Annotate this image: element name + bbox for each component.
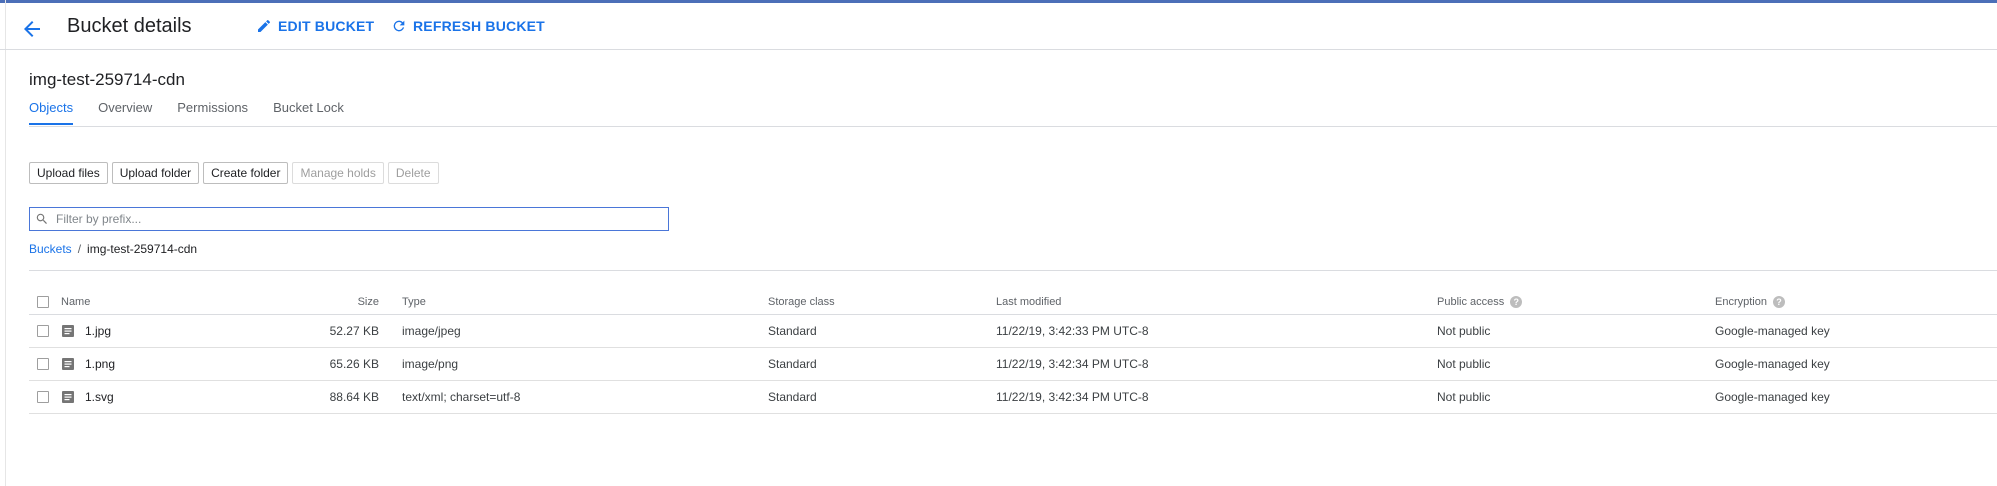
public-access-cell: Not public	[1437, 390, 1491, 404]
table-header-row: Name Size Type Storage class Last modifi…	[29, 290, 1997, 315]
encryption-cell: Google-managed key	[1715, 390, 1830, 404]
column-header-public-access[interactable]: Public access ?	[1437, 290, 1523, 314]
size-cell: 88.64 KB	[329, 390, 379, 404]
name-cell: 1.jpg	[61, 315, 111, 347]
file-name-link[interactable]: 1.svg	[85, 390, 114, 404]
public-access-cell: Not public	[1437, 357, 1491, 371]
row-checkbox[interactable]	[37, 391, 49, 403]
last-modified-cell: 11/22/19, 3:42:34 PM UTC-8	[996, 357, 1149, 371]
select-all-checkbox[interactable]	[37, 296, 49, 308]
column-header-type[interactable]: Type	[402, 290, 426, 314]
help-icon[interactable]: ?	[1772, 296, 1785, 308]
page-header: Bucket details EDIT BUCKET REFRESH BUCKE…	[0, 3, 1997, 50]
column-header-encryption[interactable]: Encryption ?	[1715, 290, 1785, 314]
manage-holds-button[interactable]: Manage holds	[292, 162, 384, 184]
upload-files-button[interactable]: Upload files	[29, 162, 108, 184]
last-modified-cell: 11/22/19, 3:42:33 PM UTC-8	[996, 324, 1149, 338]
breadcrumb-divider	[29, 270, 1997, 271]
file-icon	[62, 325, 74, 337]
row-checkbox[interactable]	[37, 358, 49, 370]
refresh-bucket-label: REFRESH BUCKET	[413, 18, 545, 34]
public-access-label: Public access	[1437, 296, 1505, 308]
tabs-divider	[29, 126, 1997, 127]
column-header-storage-class[interactable]: Storage class	[768, 290, 835, 314]
tab-objects[interactable]: Objects	[29, 100, 74, 125]
help-icon[interactable]: ?	[1510, 296, 1523, 308]
search-icon	[36, 213, 47, 224]
tab-permissions[interactable]: Permissions	[177, 100, 248, 125]
breadcrumb-current: img-test-259714-cdn	[87, 242, 198, 256]
column-header-size[interactable]: Size	[229, 290, 379, 314]
upload-folder-button[interactable]: Upload folder	[111, 162, 200, 184]
tab-bar: Objects Overview Permissions Bucket Lock	[29, 100, 369, 125]
objects-table: Name Size Type Storage class Last modifi…	[29, 290, 1997, 414]
filter-input[interactable]	[54, 211, 658, 227]
public-access-cell: Not public	[1437, 324, 1491, 338]
storage-class-cell: Standard	[768, 357, 817, 371]
type-cell: image/jpeg	[402, 324, 461, 338]
left-border	[5, 0, 6, 486]
filter-box[interactable]	[29, 207, 669, 231]
bucket-name: img-test-259714-cdn	[29, 70, 185, 89]
refresh-bucket-button[interactable]: REFRESH BUCKET	[391, 18, 545, 34]
refresh-icon	[393, 20, 405, 32]
file-icon	[62, 358, 74, 370]
tab-overview[interactable]: Overview	[98, 100, 152, 125]
name-cell: 1.svg	[61, 381, 114, 413]
tab-bucket-lock[interactable]: Bucket Lock	[273, 100, 344, 125]
last-modified-cell: 11/22/19, 3:42:34 PM UTC-8	[996, 390, 1149, 404]
encryption-cell: Google-managed key	[1715, 324, 1830, 338]
storage-class-cell: Standard	[768, 390, 817, 404]
breadcrumb: Buckets / img-test-259714-cdn	[29, 242, 197, 256]
size-cell: 52.27 KB	[329, 324, 379, 338]
name-cell: 1.png	[61, 348, 115, 380]
file-icon	[62, 391, 74, 403]
storage-class-cell: Standard	[768, 324, 817, 338]
row-checkbox[interactable]	[37, 325, 49, 337]
object-toolbar: Upload files Upload folder Create folder…	[29, 162, 439, 184]
pencil-icon	[258, 19, 271, 32]
delete-button[interactable]: Delete	[387, 162, 439, 184]
breadcrumb-separator: /	[77, 242, 82, 256]
type-cell: image/png	[402, 357, 459, 371]
edit-bucket-button[interactable]: EDIT BUCKET	[256, 18, 374, 34]
type-cell: text/xml; charset=utf-8	[402, 390, 521, 404]
table-row: 1.png 65.26 KB image/png Standard 11/22/…	[29, 348, 1997, 381]
encryption-cell: Google-managed key	[1715, 357, 1830, 371]
back-arrow-icon[interactable]	[20, 17, 44, 41]
table-row: 1.jpg 52.27 KB image/jpeg Standard 11/22…	[29, 315, 1997, 348]
page-title: Bucket details	[67, 15, 192, 37]
column-header-last-modified[interactable]: Last modified	[996, 290, 1061, 314]
file-name-link[interactable]: 1.png	[85, 357, 115, 371]
create-folder-button[interactable]: Create folder	[203, 162, 289, 184]
column-header-name[interactable]: Name	[61, 290, 90, 314]
size-cell: 65.26 KB	[329, 357, 379, 371]
breadcrumb-buckets-link[interactable]: Buckets	[29, 242, 72, 256]
edit-bucket-label: EDIT BUCKET	[278, 18, 375, 34]
file-name-link[interactable]: 1.jpg	[85, 324, 111, 338]
table-row: 1.svg 88.64 KB text/xml; charset=utf-8 S…	[29, 381, 1997, 414]
encryption-label: Encryption	[1715, 296, 1767, 308]
